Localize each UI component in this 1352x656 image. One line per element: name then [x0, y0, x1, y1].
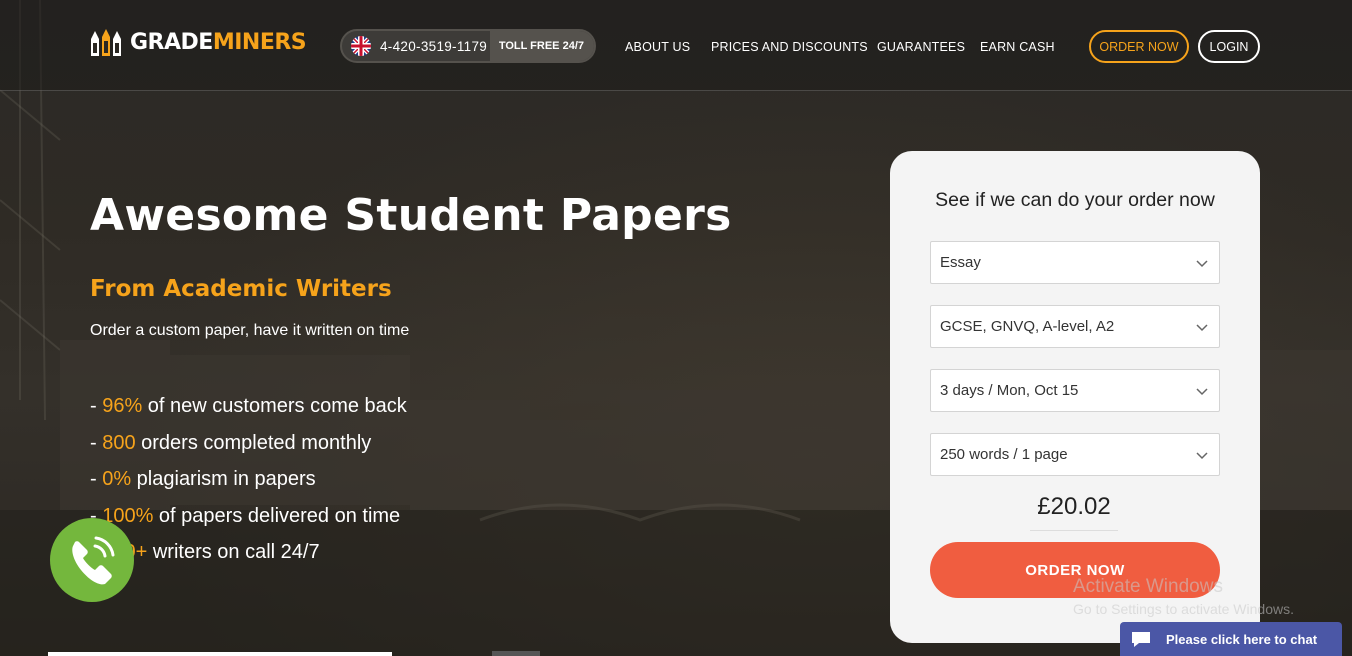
logo-pencils-icon — [91, 29, 121, 56]
order-form-card: See if we can do your order now Essay GC… — [890, 151, 1260, 643]
logo-text-miners: MINERS — [212, 30, 307, 55]
uk-flag-icon — [351, 36, 371, 56]
nav-prices-and-discounts[interactable]: PRICES AND DISCOUNTS — [711, 40, 868, 54]
stat-item: - 96% of new customers come back — [90, 395, 407, 417]
phone-contact[interactable]: 4-420-3519-1179 TOLL FREE 24/7 — [340, 29, 596, 63]
stat-text: orders completed monthly — [135, 431, 372, 454]
toll-free-badge: TOLL FREE 24/7 — [489, 31, 594, 61]
paper-type-value: Essay — [940, 254, 981, 271]
deadline-select[interactable]: 3 days / Mon, Oct 15 — [930, 369, 1220, 412]
stat-text: of papers delivered on time — [153, 504, 401, 527]
chevron-down-icon — [1196, 324, 1208, 332]
stat-item: - 800 orders completed monthly — [90, 431, 372, 454]
stat-text: plagiarism in papers — [131, 468, 316, 490]
site-header: GRADEMINERS 4-420-3519-1179 TOLL FREE 24… — [0, 0, 1352, 91]
stat-item: - 500+ writers on call 24/7 — [90, 534, 407, 571]
windows-activation-watermark-title: Activate Windows — [1073, 576, 1223, 597]
bottom-divider — [48, 652, 392, 656]
chat-label: Please click here to chat — [1166, 631, 1318, 647]
price-display: £20.02 — [1030, 491, 1118, 531]
windows-activation-watermark-hint: Go to Settings to activate Windows. — [1073, 601, 1294, 617]
stat-number: 0% — [102, 468, 132, 490]
length-select[interactable]: 250 words / 1 page — [930, 433, 1220, 476]
paper-type-select[interactable]: Essay — [930, 241, 1220, 284]
login-button[interactable]: LOGIN — [1198, 30, 1260, 63]
bottom-divider-secondary — [492, 651, 540, 656]
academic-level-select[interactable]: GCSE, GNVQ, A-level, A2 — [930, 305, 1220, 348]
stat-item: - 0% plagiarism in papers — [90, 468, 316, 490]
hero-subtitle: From Academic Writers — [90, 276, 392, 302]
stat-item: - 100% of papers delivered on time — [90, 504, 401, 527]
phone-number[interactable]: 4-420-3519-1179 — [380, 39, 487, 54]
chevron-down-icon — [1196, 388, 1208, 396]
stat-text: of new customers come back — [142, 395, 407, 417]
chat-bubble-icon — [1132, 632, 1150, 647]
logo-text-grade: GRADE — [130, 30, 213, 55]
chat-widget-tab[interactable]: Please click here to chat — [1120, 622, 1342, 656]
academic-level-value: GCSE, GNVQ, A-level, A2 — [940, 318, 1115, 335]
nav-earn-cash[interactable]: EARN CASH — [980, 40, 1055, 54]
nav-about-us[interactable]: ABOUT US — [625, 40, 690, 54]
stats-list: - 96% of new customers come back - 800 o… — [90, 388, 407, 571]
length-value: 250 words / 1 page — [940, 446, 1068, 463]
chevron-down-icon — [1196, 452, 1208, 460]
stat-number: 800 — [102, 431, 136, 454]
nav-guarantees[interactable]: GUARANTEES — [877, 40, 965, 54]
stat-text: writers on call 24/7 — [147, 541, 320, 563]
deadline-value: 3 days / Mon, Oct 15 — [940, 382, 1079, 399]
logo-text: GRADEMINERS — [130, 30, 307, 55]
hero-description: Order a custom paper, have it written on… — [90, 322, 410, 339]
hero-title: Awesome Student Papers — [90, 190, 732, 241]
stat-number: 96% — [102, 395, 143, 417]
header-order-now-button[interactable]: ORDER NOW — [1089, 30, 1189, 63]
order-form-title: See if we can do your order now — [935, 189, 1215, 211]
logo[interactable]: GRADEMINERS — [89, 27, 307, 59]
call-button[interactable] — [50, 518, 134, 602]
chevron-down-icon — [1196, 260, 1208, 268]
phone-call-icon — [72, 536, 115, 585]
